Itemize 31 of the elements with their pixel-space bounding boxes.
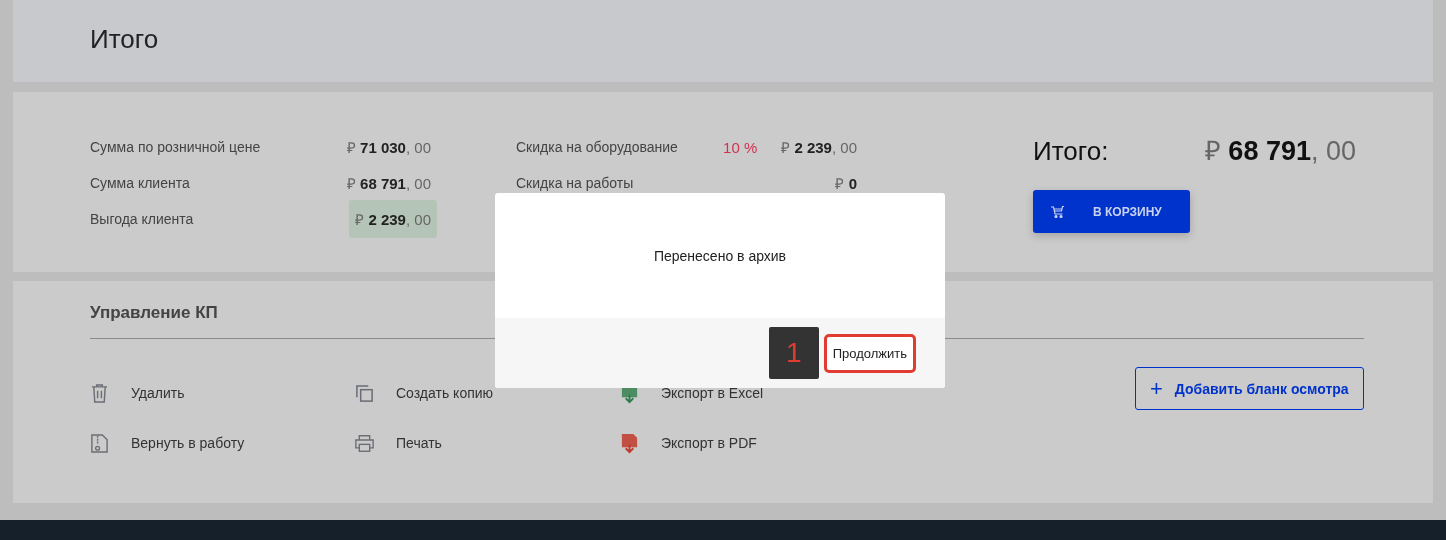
summary-amount: ₽ 2 239, 00 [349, 200, 437, 238]
section-title: Управление КП [90, 303, 219, 323]
discount-percent: 10 % [723, 138, 758, 156]
action-link[interactable]: Удалить [90, 380, 355, 406]
archive-file-icon [90, 432, 109, 454]
action-link[interactable]: Экспорт в PDF [620, 430, 885, 456]
trash-icon [90, 382, 109, 404]
action-link[interactable]: Вернуть в работу [90, 430, 355, 456]
dialog-message: Перенесено в архив [653, 247, 787, 264]
step-badge: 1 [768, 327, 819, 379]
add-to-cart-button[interactable]: В КОРЗИНУ [1033, 190, 1190, 233]
add-inspection-button[interactable]: + Добавить бланк осмотра [1135, 367, 1364, 410]
summary-amount: ₽ 0 [834, 174, 858, 194]
cart-icon [1051, 205, 1065, 218]
printer-icon [355, 432, 374, 454]
summary-amount: ₽ 68 791, 00 [345, 174, 432, 194]
summary-label: Скидка на работы [516, 175, 634, 191]
summary-label: Выгода клиента [90, 211, 194, 227]
copy-icon [355, 382, 374, 404]
continue-button[interactable]: Продолжить [823, 333, 916, 373]
summary-amount: ₽ 2 239, 00 [780, 138, 858, 158]
summary-label: Сумма клиента [90, 175, 190, 191]
summary-amount: ₽ 71 030, 00 [345, 138, 432, 158]
action-link[interactable]: Печать [355, 430, 620, 456]
section-title: Итого [90, 24, 159, 54]
summary-label: Сумма по розничной цене [90, 139, 261, 155]
total-amount: ₽ 68 791, 00 [1204, 135, 1356, 168]
pdf-export-icon [620, 432, 639, 454]
summary-label: Скидка на оборудование [516, 139, 678, 155]
total-label: Итого: [1033, 136, 1109, 167]
action-link[interactable]: Создать копию [355, 380, 620, 406]
